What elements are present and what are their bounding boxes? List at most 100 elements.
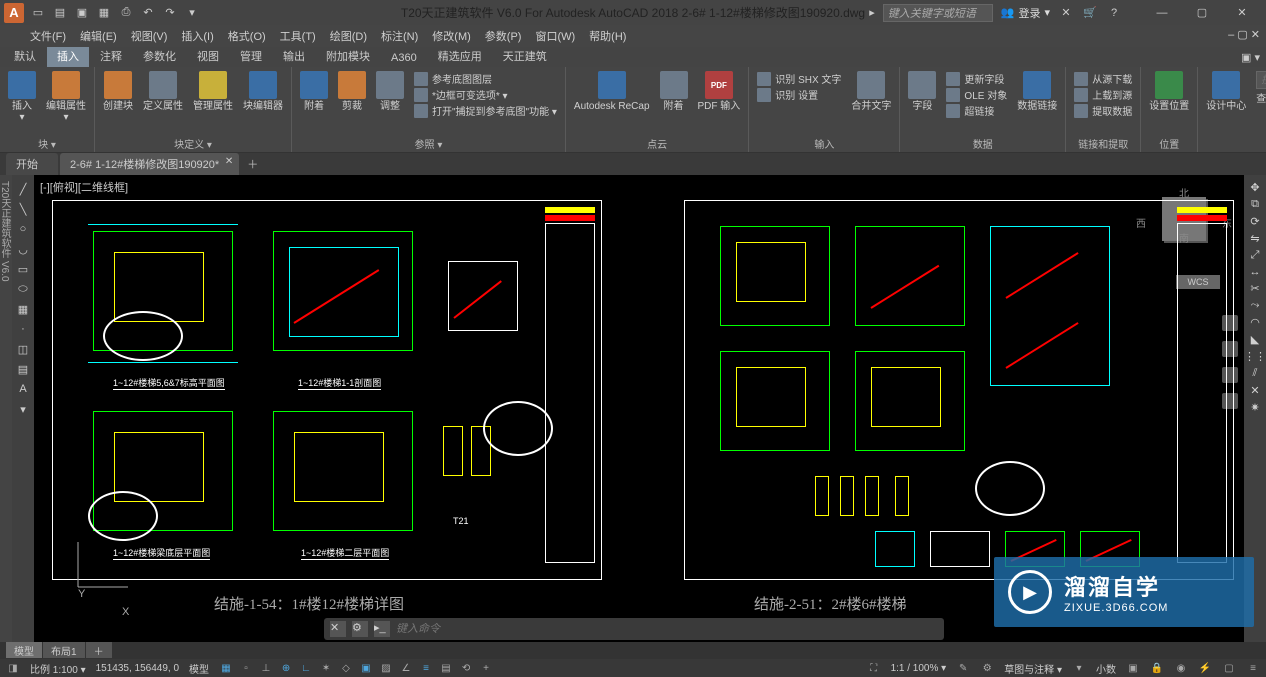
pdf-import-button[interactable]: PDFPDF 输入: [694, 69, 745, 114]
infer-toggle-icon[interactable]: ⊥: [259, 661, 273, 675]
close-button[interactable]: ✕: [1222, 2, 1262, 24]
arc-tool-icon[interactable]: ◡: [15, 241, 31, 257]
exchange-icon[interactable]: ✕: [1058, 5, 1074, 21]
statusbar-left-icon[interactable]: ◨: [6, 661, 20, 675]
manage-attr-button[interactable]: 管理属性: [189, 69, 237, 114]
ribbon-tab-featured[interactable]: 精选应用: [428, 45, 492, 67]
circle-tool-icon[interactable]: ○: [15, 221, 31, 237]
menu-draw[interactable]: 绘图(D): [330, 28, 367, 44]
anno-scale-icon[interactable]: ✎: [956, 661, 970, 675]
saveas-icon[interactable]: ▦: [96, 5, 112, 21]
snap-underlay-button[interactable]: 打开"捕捉到参考底图"功能 ▾: [414, 103, 557, 118]
datalink-button[interactable]: 数据链接: [1013, 69, 1061, 114]
upload-source-button[interactable]: 上载到源: [1074, 87, 1132, 102]
left-palette-title[interactable]: T20天正建筑软件 V6.0: [0, 175, 12, 642]
ribbon-tab-a360[interactable]: A360: [381, 49, 427, 67]
ribbon-tab-annotate[interactable]: 注释: [90, 45, 132, 67]
status-scale[interactable]: 比例 1:100 ▾: [30, 661, 86, 676]
stretch-tool-icon[interactable]: ↔: [1250, 266, 1261, 278]
ucs-icon[interactable]: YX: [68, 537, 138, 600]
status-space[interactable]: 模型: [189, 661, 209, 676]
array-tool-icon[interactable]: ⋮⋮: [1244, 350, 1266, 363]
attach-button[interactable]: 附着: [296, 69, 332, 114]
seek-search[interactable]: [1256, 71, 1266, 89]
layout-tab-add[interactable]: ＋: [86, 642, 112, 658]
ribbon-tab-param[interactable]: 参数化: [133, 45, 186, 67]
hyperlink-button[interactable]: 超链接: [946, 103, 1007, 118]
create-block-button[interactable]: 创建块: [99, 69, 137, 114]
table-tool-icon[interactable]: ▤: [15, 361, 31, 377]
region-tool-icon[interactable]: ◫: [15, 341, 31, 357]
erase-tool-icon[interactable]: ✕: [1250, 384, 1259, 397]
hardware-accel-icon[interactable]: ⚡: [1198, 661, 1212, 675]
move-tool-icon[interactable]: ✥: [1250, 181, 1259, 194]
status-decimal[interactable]: 小数: [1096, 661, 1116, 676]
menu-format[interactable]: 格式(O): [228, 28, 266, 44]
panel-ref-title[interactable]: 参照 ▾: [296, 136, 561, 150]
panel-block-title[interactable]: 块 ▾: [4, 136, 90, 150]
explode-tool-icon[interactable]: ✷: [1250, 401, 1259, 414]
polar-toggle-icon[interactable]: ✶: [319, 661, 333, 675]
rect-tool-icon[interactable]: ▭: [15, 261, 31, 277]
ortho-toggle-icon[interactable]: ∟: [299, 661, 313, 675]
doc-tab-start[interactable]: 开始: [6, 153, 58, 175]
transparency-icon[interactable]: ▤: [439, 661, 453, 675]
menu-param[interactable]: 参数(P): [485, 28, 522, 44]
menu-view[interactable]: 视图(V): [131, 28, 168, 44]
grid-toggle-icon[interactable]: ▦: [219, 661, 233, 675]
lwt-toggle-icon[interactable]: ≡: [419, 661, 433, 675]
cmdline-config-icon[interactable]: ⚙: [352, 621, 368, 637]
iso-toggle-icon[interactable]: ◇: [339, 661, 353, 675]
fillet-tool-icon[interactable]: ◠: [1250, 316, 1260, 329]
close-tab-icon[interactable]: ✕: [225, 156, 233, 167]
app-logo[interactable]: A: [4, 3, 24, 23]
menu-modify[interactable]: 修改(M): [432, 28, 471, 44]
otrack-toggle-icon[interactable]: ∠: [399, 661, 413, 675]
minimize-button[interactable]: —: [1142, 2, 1182, 24]
merge-text-button[interactable]: 合并文字: [847, 69, 895, 114]
menubar-collapse[interactable]: – ▢ ✕: [1228, 28, 1260, 41]
3dsnap-toggle-icon[interactable]: ▨: [379, 661, 393, 675]
panel-blockdef-title[interactable]: 块定义 ▾: [99, 136, 287, 150]
trim-tool-icon[interactable]: ✂: [1250, 282, 1259, 295]
snap-toggle-icon[interactable]: ▫: [239, 661, 253, 675]
menu-file[interactable]: 文件(F): [30, 28, 66, 44]
recognize-settings-button[interactable]: 识别 设置: [757, 87, 841, 102]
status-zoom[interactable]: 1:1 / 100% ▾: [891, 663, 947, 674]
print-icon[interactable]: ⎙: [118, 5, 134, 21]
point-tool-icon[interactable]: ·: [15, 321, 31, 337]
edit-attr-button[interactable]: 编辑属性▾: [42, 69, 90, 125]
define-attr-button[interactable]: 定义属性: [139, 69, 187, 114]
help-icon[interactable]: ?: [1106, 5, 1122, 21]
ribbon-tab-tianzheng[interactable]: 天正建筑: [493, 45, 557, 67]
design-center-button[interactable]: 设计中心: [1202, 69, 1250, 114]
undo-icon[interactable]: ↶: [140, 5, 156, 21]
osnap-toggle-icon[interactable]: ▣: [359, 661, 373, 675]
quickprops-icon[interactable]: ▣: [1126, 661, 1140, 675]
cycling-icon[interactable]: ⟲: [459, 661, 473, 675]
chamfer-tool-icon[interactable]: ◣: [1251, 333, 1259, 346]
rotate-tool-icon[interactable]: ⟳: [1250, 215, 1259, 228]
clean-screen-icon[interactable]: ▢: [1222, 661, 1236, 675]
download-source-button[interactable]: 从源下载: [1074, 71, 1132, 86]
command-input[interactable]: [396, 623, 938, 635]
menu-dim[interactable]: 标注(N): [381, 28, 418, 44]
ribbon-tab-insert[interactable]: 插入: [47, 45, 89, 67]
ellipse-tool-icon[interactable]: ⬭: [15, 281, 31, 297]
command-line[interactable]: ✕ ⚙ ▸_: [324, 618, 944, 640]
more-tool-icon[interactable]: ▾: [15, 401, 31, 417]
favorites-icon[interactable]: 🛒: [1082, 5, 1098, 21]
redo-icon[interactable]: ↷: [162, 5, 178, 21]
dyn-input-icon[interactable]: ⊕: [279, 661, 293, 675]
menu-edit[interactable]: 编辑(E): [80, 28, 117, 44]
recap-button[interactable]: Autodesk ReCap: [570, 69, 654, 114]
layout-tab-model[interactable]: 模型: [6, 642, 42, 658]
text-tool-icon[interactable]: A: [15, 381, 31, 397]
underlay-layers-button[interactable]: 参考底图图层: [414, 71, 557, 86]
customize-icon[interactable]: ≡: [1246, 661, 1260, 675]
hatch-tool-icon[interactable]: ▦: [15, 301, 31, 317]
menu-insert[interactable]: 插入(I): [181, 28, 213, 44]
ribbon-tab-manage[interactable]: 管理: [230, 45, 272, 67]
new-icon[interactable]: ▭: [30, 5, 46, 21]
units-icon[interactable]: ▾: [1072, 661, 1086, 675]
